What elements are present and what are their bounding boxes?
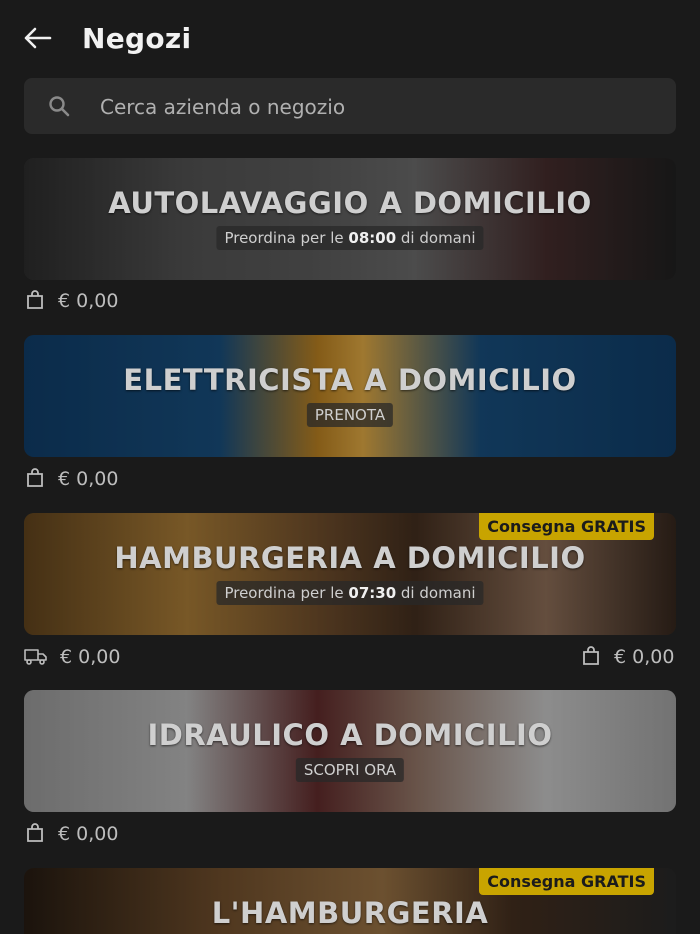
store-card-idraulico[interactable]: IDRAULICO A DOMICILIO SCOPRI ORA	[24, 690, 676, 812]
arrow-left-icon[interactable]	[20, 24, 54, 52]
shopping-bag-icon	[27, 823, 43, 842]
shopping-bag-icon	[583, 646, 599, 665]
store-name: IDRAULICO A DOMICILIO	[147, 718, 553, 752]
store-card-elettricista[interactable]: ELETTRICISTA A DOMICILIO PRENOTA	[24, 335, 676, 457]
min-order-value: € 0,00	[58, 468, 119, 490]
shopping-bag-icon	[27, 468, 43, 487]
store-name: AUTOLAVAGGIO A DOMICILIO	[108, 186, 592, 220]
discover-pill: SCOPRI ORA	[295, 758, 405, 782]
store-name: HAMBURGERIA A DOMICILIO	[114, 541, 586, 575]
search-input[interactable]	[98, 88, 662, 126]
min-order-value: € 0,00	[614, 646, 675, 668]
store-card-hamburgeria[interactable]: Consegna GRATIS HAMBURGERIA A DOMICILIO …	[24, 513, 676, 635]
search-bar[interactable]	[24, 78, 676, 134]
preorder-pill: Preordina per le 07:30 di domani	[216, 581, 484, 605]
min-order-value: € 0,00	[58, 290, 119, 312]
store-name: L'HAMBURGERIA	[211, 896, 489, 930]
min-order-info: € 0,00	[26, 823, 118, 845]
store-name: ELETTRICISTA A DOMICILIO	[123, 363, 577, 397]
shopping-bag-icon	[27, 290, 43, 309]
min-order-info: € 0,00	[582, 646, 674, 668]
page-title: Negozi	[82, 22, 192, 55]
search-icon	[49, 96, 70, 117]
min-order-info: € 0,00	[26, 468, 118, 490]
book-pill: PRENOTA	[306, 403, 394, 427]
preorder-pill: Preordina per le 08:00 di domani	[216, 226, 484, 250]
free-delivery-badge: Consegna GRATIS	[479, 513, 654, 540]
app-header: Negozi	[0, 0, 700, 78]
min-order-info: € 0,00	[26, 290, 118, 312]
delivery-cost-info: € 0,00	[24, 646, 120, 668]
min-order-value: € 0,00	[58, 823, 119, 845]
delivery-cost-value: € 0,00	[60, 646, 121, 668]
free-delivery-badge: Consegna GRATIS	[479, 868, 654, 895]
store-card-autolavaggio[interactable]: AUTOLAVAGGIO A DOMICILIO Preordina per l…	[24, 158, 676, 280]
delivery-truck-icon	[24, 649, 47, 665]
store-card-lhamburgeria[interactable]: Consegna GRATIS L'HAMBURGERIA	[24, 868, 676, 934]
